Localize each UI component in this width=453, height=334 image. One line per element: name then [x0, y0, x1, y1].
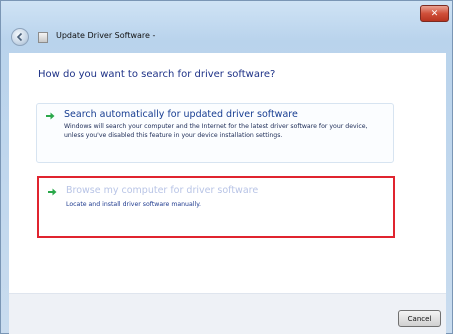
cancel-button[interactable]: Cancel — [398, 310, 441, 327]
back-arrow-icon — [16, 32, 23, 42]
window-title: Update Driver Software - — [56, 31, 156, 40]
close-icon: ✕ — [430, 8, 439, 19]
option-description: Windows will search your computer and th… — [64, 123, 368, 139]
option-browse-computer[interactable]: Browse my computer for driver software L… — [37, 176, 395, 238]
green-arrow-icon — [46, 112, 55, 120]
close-button[interactable]: ✕ — [420, 5, 449, 22]
option-description: Locate and install driver software manua… — [66, 201, 201, 208]
option-title: Search automatically for updated driver … — [64, 109, 298, 120]
option-search-automatically[interactable]: Search automatically for updated driver … — [36, 103, 394, 163]
back-button[interactable] — [11, 28, 29, 46]
device-manager-icon — [38, 32, 48, 43]
dialog-footer: Cancel — [9, 293, 446, 334]
green-arrow-icon — [48, 188, 57, 196]
page-heading: How do you want to search for driver sof… — [38, 69, 276, 80]
option-title: Browse my computer for driver software — [66, 185, 259, 196]
update-driver-window: Update Driver Software - ✕ How do you wa… — [0, 0, 453, 334]
title-bar: Update Driver Software - ✕ — [1, 1, 452, 53]
dialog-content: How do you want to search for driver sof… — [9, 53, 446, 293]
